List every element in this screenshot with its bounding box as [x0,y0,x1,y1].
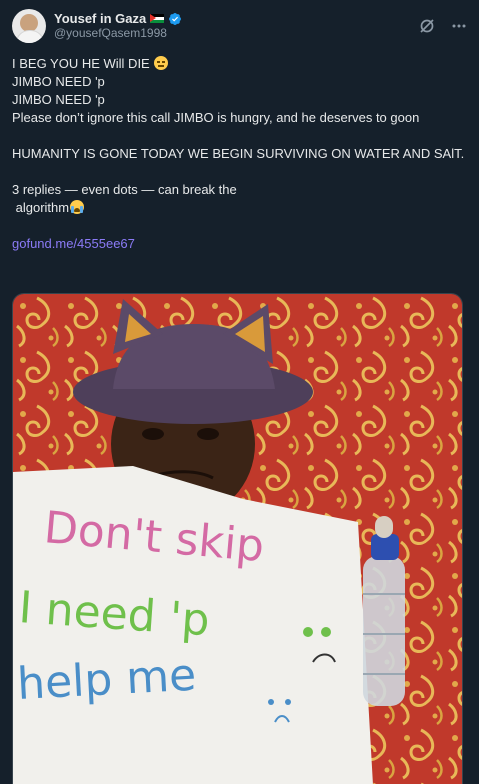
crying-face-emoji-icon [70,200,85,214]
tweet-line-text: algorithm [12,200,70,215]
tweet-text: I BEG YOU HE Will DIE JIMBO NEED 'p JIMB… [12,55,467,253]
grok-icon[interactable] [419,18,435,34]
avatar-body [16,30,44,43]
tweet-media-image[interactable]: Don't skip I need 'p help me [12,293,463,784]
author-name[interactable]: Yousef in Gaza [54,11,146,26]
tweet-line: Please don’t ignore this call JIMBO is h… [12,110,420,125]
relieved-face-emoji-icon [154,56,169,70]
baby-bottle [363,556,405,706]
sign-text-line3: help me [16,650,197,710]
tweet-line: JIMBO NEED 'p [12,92,105,107]
media-illustration: Don't skip I need 'p help me [13,294,462,784]
author-block: Yousef in Gaza @yousefQasem1998 [54,11,182,41]
avatar[interactable] [12,9,46,43]
header-actions [419,18,467,34]
verified-badge-icon [169,12,182,25]
tweet-line: algorithm [12,199,467,217]
author-handle[interactable]: @yousefQasem1998 [54,26,182,41]
tweet-line: JIMBO NEED 'p [12,74,105,89]
tweet-line-text: I BEG YOU HE Will DIE [12,56,150,71]
tweet-line: HUMANITY IS GONE TODAY WE BEGIN SURVIVIN… [12,146,465,161]
name-row: Yousef in Gaza [54,11,182,26]
tweet-header: Yousef in Gaza @yousefQasem1998 [12,8,467,44]
palestine-flag-icon [150,14,165,23]
gofundme-link[interactable]: gofund.me/4555ee67 [12,236,135,251]
tweet-line: gofund.me/4555ee67 [12,235,467,253]
more-dots-icon[interactable] [451,18,467,34]
tweet-line: I BEG YOU HE Will DIE [12,55,467,73]
tweet-line: 3 replies — even dots — can break the [12,182,237,197]
